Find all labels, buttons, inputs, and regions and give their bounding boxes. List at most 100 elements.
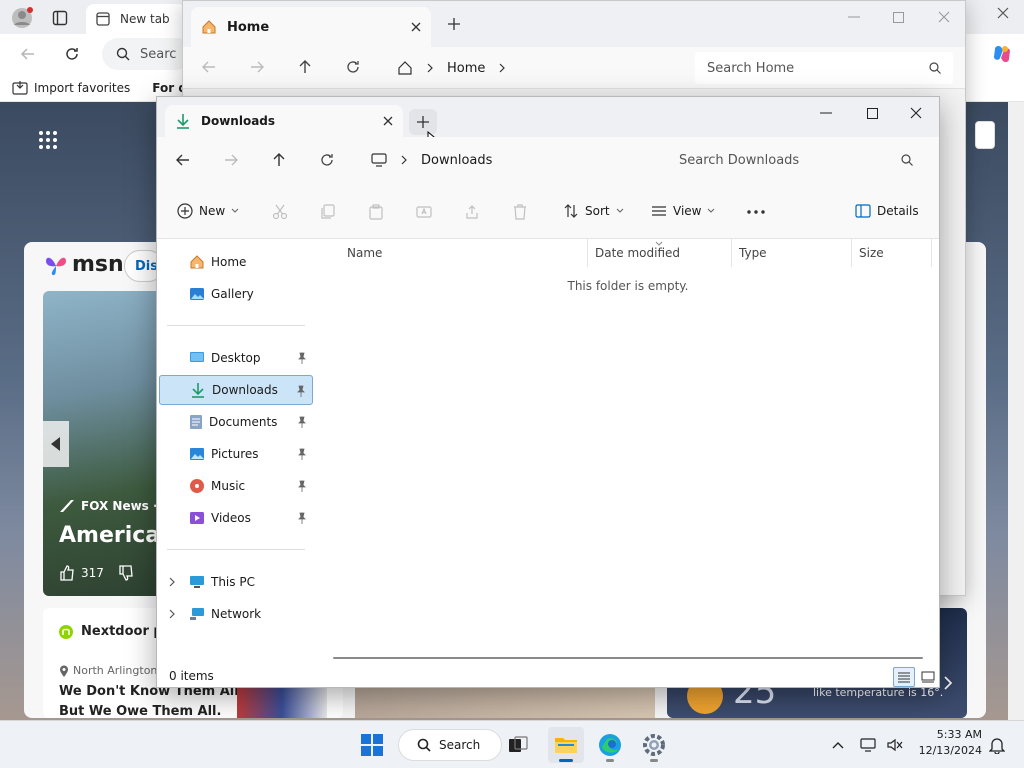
pin-icon[interactable] (297, 512, 307, 524)
taskbar-settings[interactable] (636, 727, 672, 763)
share-icon[interactable] (463, 203, 481, 221)
nav-item-this-pc[interactable]: This PC (159, 567, 313, 597)
back-icon[interactable] (173, 150, 193, 170)
minimize-icon[interactable] (803, 97, 849, 129)
nav-item-home[interactable]: Home (159, 247, 313, 277)
home-tab[interactable]: Home (191, 7, 431, 47)
taskbar-file-explorer[interactable] (548, 727, 584, 763)
pin-icon[interactable] (297, 480, 307, 492)
nav-item-music[interactable]: Music (159, 471, 313, 501)
close-window-icon[interactable] (893, 97, 939, 129)
back-icon[interactable] (199, 57, 219, 77)
maximize-icon[interactable] (849, 97, 895, 129)
view-button[interactable]: View (645, 195, 721, 227)
nav-item-documents[interactable]: Documents (159, 407, 313, 437)
volume-muted-icon[interactable] (884, 735, 906, 755)
favorite-import[interactable]: Import favorites (0, 80, 131, 95)
up-icon[interactable] (295, 57, 315, 77)
chevron-right-icon (401, 155, 407, 165)
paste-icon[interactable] (367, 203, 385, 221)
pin-icon[interactable] (297, 448, 307, 460)
details-button[interactable]: Details (849, 195, 925, 227)
weather-next-icon[interactable] (943, 676, 953, 690)
favorite-label: Import favorites (34, 80, 131, 95)
downloads-breadcrumb[interactable]: Downloads (421, 153, 492, 168)
copilot-icon[interactable] (990, 42, 1014, 66)
browser-scrollbar[interactable] (1008, 102, 1024, 720)
downloads-tab[interactable]: Downloads (165, 105, 403, 137)
minimize-icon[interactable] (839, 5, 869, 29)
clock[interactable]: 5:33 AM 12/13/2024 (918, 727, 982, 759)
pin-icon[interactable] (297, 416, 307, 428)
more-options-icon[interactable] (743, 199, 769, 225)
copy-icon[interactable] (319, 203, 337, 221)
column-header-size[interactable]: Size (851, 239, 931, 267)
column-header-type[interactable]: Type (731, 239, 851, 267)
new-button[interactable]: New (171, 195, 245, 227)
start-button[interactable] (354, 727, 390, 763)
forward-icon[interactable] (247, 57, 267, 77)
command-bar: New Sort View Details (157, 183, 939, 239)
close-tab-icon[interactable] (383, 116, 393, 126)
nav-item-gallery[interactable]: Gallery (159, 279, 313, 309)
rename-icon[interactable] (415, 203, 433, 221)
tiles-view-toggle-icon[interactable] (917, 667, 939, 687)
clock-date: 12/13/2024 (918, 744, 982, 757)
browser-tab-new-tab[interactable]: New tab (86, 4, 186, 34)
forward-icon[interactable] (221, 150, 241, 170)
nav-item-videos[interactable]: Videos (159, 503, 313, 533)
delete-icon[interactable] (511, 203, 529, 221)
documents-icon (189, 414, 203, 430)
column-header-name[interactable]: Name (339, 239, 587, 267)
nav-item-network[interactable]: Network (159, 599, 313, 629)
horizontal-scrollbar[interactable] (333, 657, 923, 659)
profile-avatar-icon[interactable] (10, 6, 34, 30)
maximize-icon[interactable] (883, 5, 913, 29)
pin-icon[interactable] (296, 385, 306, 397)
close-window-icon[interactable] (929, 5, 959, 29)
new-tab-icon[interactable] (445, 15, 463, 33)
home-search-box[interactable]: Search Home (695, 52, 953, 84)
nav-item-downloads[interactable]: Downloads (159, 375, 313, 405)
thumbs-down-icon[interactable] (118, 565, 134, 581)
taskbar: Search 5:33 AM 12/13/2024 (0, 720, 1024, 768)
sort-button[interactable]: Sort (557, 195, 630, 227)
network-status-icon[interactable] (858, 735, 880, 755)
browser-close-icon[interactable] (996, 6, 1016, 26)
nav-item-desktop[interactable]: Desktop (159, 343, 313, 373)
apps-grid-icon[interactable] (36, 128, 60, 152)
chevron-right-icon[interactable] (499, 63, 506, 73)
nav-item-pictures[interactable]: Pictures (159, 439, 313, 469)
show-hidden-icons-chevron-icon[interactable] (828, 735, 848, 755)
refresh-icon[interactable] (317, 150, 337, 170)
settings-gear-icon (642, 733, 666, 757)
browser-refresh-icon[interactable] (62, 44, 82, 64)
taskbar-search[interactable]: Search (398, 729, 502, 761)
close-tab-icon[interactable] (411, 22, 421, 32)
up-icon[interactable] (269, 150, 289, 170)
task-view-button[interactable] (500, 727, 536, 763)
tab-actions-icon[interactable] (50, 8, 70, 28)
refresh-icon[interactable] (343, 57, 363, 77)
home-icon (201, 19, 217, 35)
cut-icon[interactable] (271, 203, 289, 221)
taskbar-edge[interactable] (592, 727, 628, 763)
notifications-bell-icon[interactable] (986, 735, 1008, 755)
column-divider[interactable] (931, 239, 932, 267)
expand-chevron-icon[interactable] (169, 577, 175, 587)
home-address-bar[interactable]: Home (391, 51, 691, 85)
browser-address-bar[interactable]: Searc (102, 38, 192, 70)
downloads-search-box[interactable]: Search Downloads (667, 144, 925, 176)
downloads-address-bar[interactable]: Downloads (365, 143, 659, 177)
pictures-icon (189, 447, 205, 461)
details-view-toggle-icon[interactable] (893, 667, 915, 687)
discover-label: Dis (135, 259, 158, 274)
story-reactions[interactable]: 317 (59, 565, 134, 581)
expand-chevron-icon[interactable] (169, 609, 175, 619)
home-breadcrumb[interactable]: Home (447, 61, 485, 76)
carousel-prev-button[interactable] (43, 421, 69, 467)
browser-back-icon[interactable] (18, 44, 38, 64)
story-thumbnail[interactable] (355, 688, 655, 718)
import-icon (12, 80, 28, 95)
pin-icon[interactable] (297, 352, 307, 364)
